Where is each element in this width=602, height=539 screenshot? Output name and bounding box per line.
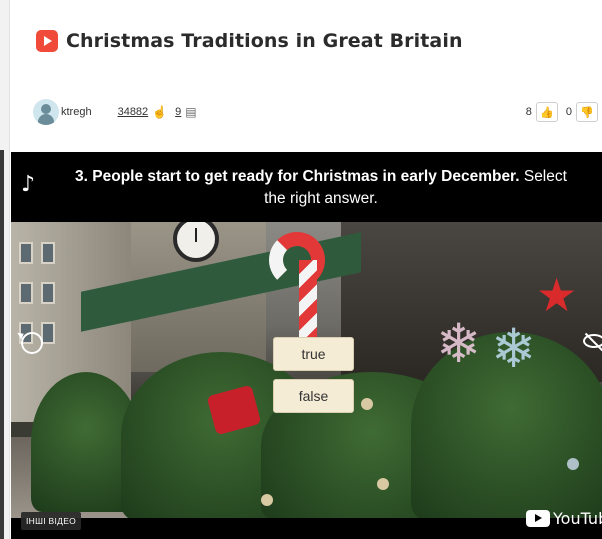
bauble xyxy=(261,494,273,506)
youtube-logo[interactable]: YouTube xyxy=(526,509,602,528)
youtube-badge-icon xyxy=(36,30,58,52)
left-edge-strip xyxy=(0,0,10,539)
answer-true-button[interactable]: true xyxy=(273,337,354,371)
youtube-play-icon xyxy=(526,510,550,527)
page-header: Christmas Traditions in Great Britain xyxy=(36,30,463,52)
more-videos-button[interactable]: ІНШІ ВІДЕО xyxy=(21,512,82,530)
left-edge-dark xyxy=(0,150,4,539)
avatar[interactable] xyxy=(33,99,59,125)
video-bottom-bar xyxy=(11,518,602,539)
window xyxy=(41,322,55,344)
window xyxy=(41,282,55,304)
hand-pointer-icon: ☝ xyxy=(152,105,168,119)
thumbs-up-icon: 👍 xyxy=(540,106,554,119)
bauble xyxy=(567,458,579,470)
question-bar: ♪ 3. People start to get ready for Chris… xyxy=(11,152,602,222)
question-text: 3. People start to get ready for Christm… xyxy=(71,166,571,210)
views-count[interactable]: 34882 xyxy=(118,106,149,118)
video-frame: ★ ❄ ❄ true false xyxy=(11,222,602,518)
video-player[interactable]: ♪ 3. People start to get ready for Chris… xyxy=(11,152,602,539)
bauble xyxy=(361,398,373,410)
dislikes-count: 0 xyxy=(565,106,572,118)
replay-icon[interactable] xyxy=(21,332,43,354)
thumbs-down-icon: 👎 xyxy=(580,106,594,119)
comment-icon: ▤ xyxy=(185,105,197,119)
candy-cane xyxy=(269,232,329,355)
music-note-icon[interactable]: ♪ xyxy=(21,172,35,197)
answer-false-button[interactable]: false xyxy=(273,379,354,413)
hide-eye-icon[interactable] xyxy=(583,334,602,348)
video-meta-row: ktregh 34882 ☝ 9 ▤ 8 👍 0 👎 xyxy=(33,98,598,126)
bauble xyxy=(377,478,389,490)
snowflake-ornament: ❄ xyxy=(436,312,482,375)
username[interactable]: ktregh xyxy=(61,106,92,118)
window xyxy=(19,282,33,304)
likes-count: 8 xyxy=(525,106,532,118)
dislike-button[interactable]: 👎 xyxy=(576,102,598,122)
red-star-ornament: ★ xyxy=(536,268,578,322)
window xyxy=(41,242,55,264)
page-title: Christmas Traditions in Great Britain xyxy=(66,30,463,52)
comments-count[interactable]: 9 xyxy=(175,106,181,118)
snowflake-ornament: ❄ xyxy=(491,317,537,380)
youtube-logo-text: YouTube xyxy=(553,509,602,528)
like-button[interactable]: 👍 xyxy=(535,102,558,122)
window xyxy=(19,242,33,264)
question-statement: 3. People start to get ready for Christm… xyxy=(75,168,520,185)
